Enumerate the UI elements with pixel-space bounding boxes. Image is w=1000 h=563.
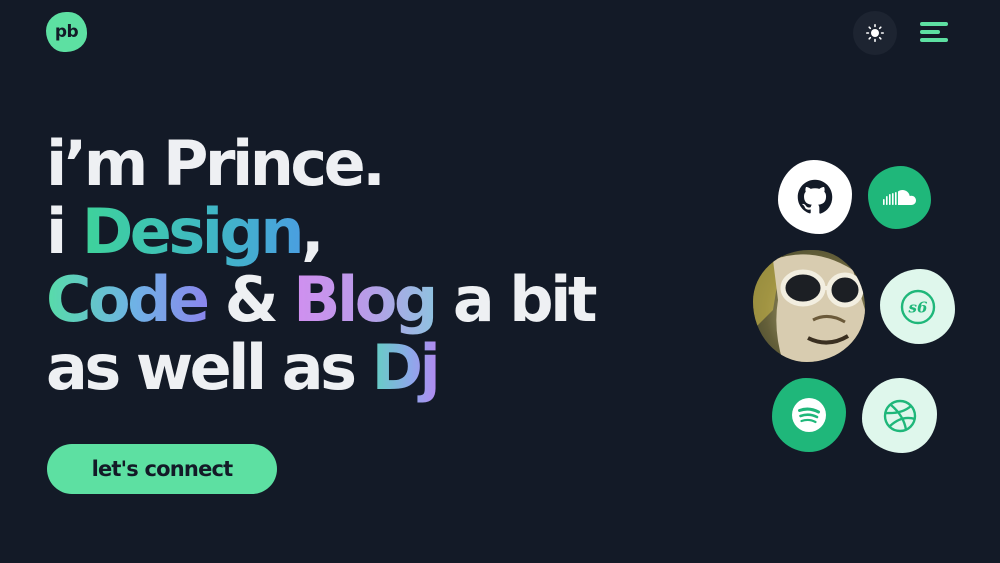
hero-intro: i’m Prince. <box>46 127 386 200</box>
lets-connect-button[interactable]: let's connect <box>47 444 277 494</box>
s6-icon: s6 <box>900 289 935 324</box>
hero-highlight-design: Design <box>81 195 305 268</box>
avatar <box>753 250 865 362</box>
hero-highlight-code: Code <box>46 263 210 336</box>
s6-link[interactable]: s6 <box>880 269 955 344</box>
hero-text: i <box>46 195 82 268</box>
logo-text: pb <box>54 22 79 42</box>
avatar-portrait <box>753 250 865 362</box>
hero-line-3: Code & Blog a bit <box>46 263 598 336</box>
spotify-link[interactable] <box>772 378 846 452</box>
github-link[interactable] <box>778 160 852 234</box>
spotify-icon <box>792 398 826 432</box>
hero-text: a bit <box>434 263 598 336</box>
github-icon <box>797 179 833 214</box>
soundcloud-link[interactable] <box>868 166 931 229</box>
logo[interactable]: pb <box>46 12 87 52</box>
menu-line <box>920 38 948 42</box>
menu-line <box>920 30 940 34</box>
hero-line-4: as well as Dj <box>46 334 594 402</box>
menu-line <box>920 22 948 26</box>
hero-heading: i’m Prince. i Design, Code & Blog a bit … <box>46 130 598 402</box>
hero-line-1: i’m Prince. <box>46 130 594 198</box>
hero-line-2: i Design, <box>46 198 594 266</box>
soundcloud-icon <box>882 189 916 205</box>
hamburger-menu-icon[interactable] <box>920 20 950 46</box>
hero-text: & <box>206 263 294 336</box>
hero-highlight-dj: Dj <box>371 331 441 404</box>
hero-text: , <box>301 195 325 268</box>
theme-toggle-button[interactable] <box>853 11 897 55</box>
sun-icon <box>866 24 884 42</box>
hero-highlight-blog: Blog <box>293 263 438 336</box>
hero-text: as well as <box>46 331 372 404</box>
dribbble-icon <box>883 399 916 432</box>
dribbble-link[interactable] <box>862 378 937 453</box>
s6-label: s6 <box>908 298 927 316</box>
